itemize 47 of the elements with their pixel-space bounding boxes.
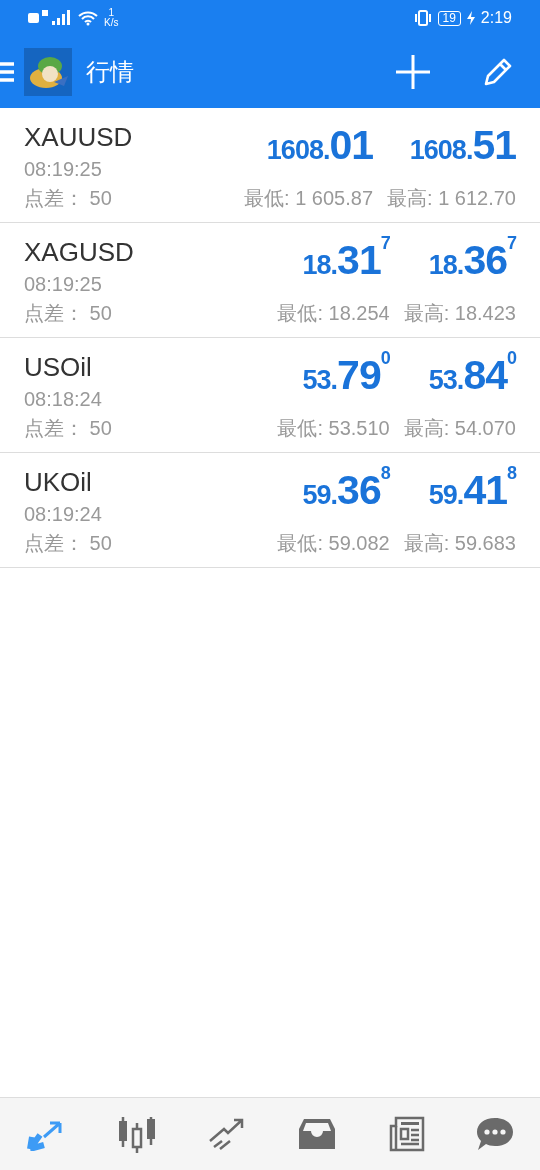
quote-time: 08:19:25 — [24, 157, 103, 181]
low-price: 最低: 59.082 — [277, 531, 390, 556]
bid-price: 53.79$^{0}$ — [302, 352, 390, 399]
low-price: 最低: 18.254 — [277, 301, 390, 326]
status-time: 2:19 — [480, 9, 512, 27]
page-title: 行情 — [86, 57, 135, 87]
quote-row[interactable]: UKOil 08:19:24 点差： 50 59.36$^{8}$ 最低: 59.082 59.41$^{8}$ 最高: 59.683 — [0, 453, 540, 568]
quote-time: 08:19:25 — [24, 272, 103, 296]
symbol-name: XAUUSD — [24, 122, 134, 153]
bid-price: 59.36$^{8}$ — [302, 467, 390, 514]
ask-price: 59.41$^{8}$ — [428, 467, 516, 514]
quote-row[interactable]: USOil 08:18:24 点差： 50 53.79$^{0}$ 最低: 53.510 53.84$^{0}$ 最高: 54.070 — [0, 338, 540, 453]
symbol-name: XAGUSD — [24, 237, 135, 268]
symbol-name: USOil — [24, 352, 93, 383]
low-price: 最低: 1 605.87 — [244, 186, 374, 211]
quote-row[interactable]: XAGUSD 08:19:25 点差： 50 18.31$^{7}$ 最低: 18.254 18.36$^{7}$ 最高: 18.423 — [0, 223, 540, 338]
vibrate-icon — [413, 10, 432, 26]
candlestick-icon — [117, 1115, 157, 1153]
quote-time: 08:19:24 — [24, 502, 103, 526]
spread-label: 点差： 50 — [24, 531, 113, 556]
wifi-icon — [78, 10, 98, 26]
quote-row[interactable]: XAUUSD 08:19:25 点差： 50 1608.01 最低: 1 605.87 1608.51 最高: 1 612.70 — [0, 108, 540, 223]
pencil-icon — [482, 56, 514, 88]
high-price: 最高: 18.423 — [403, 301, 516, 326]
network-speed: 1 K/s — [104, 8, 119, 28]
quote-time: 08:18:24 — [24, 387, 103, 411]
signal-icon — [28, 10, 72, 26]
ask-price: 1608.51 — [409, 122, 516, 169]
low-price: 最低: 53.510 — [277, 416, 390, 441]
symbol-name: UKOil — [24, 467, 93, 498]
ask-price: 53.84$^{0}$ — [428, 352, 516, 399]
high-price: 最高: 54.070 — [403, 416, 516, 441]
charging-icon — [466, 11, 475, 25]
ask-price: 18.36$^{7}$ — [428, 237, 516, 284]
chat-icon — [476, 1116, 515, 1152]
spread-label: 点差： 50 — [24, 416, 113, 441]
high-price: 最高: 59.683 — [403, 531, 516, 556]
inbox-icon — [297, 1117, 336, 1151]
spread-label: 点差： 50 — [24, 186, 113, 211]
bid-price: 18.31$^{7}$ — [302, 237, 390, 284]
battery-level: 19 — [437, 10, 461, 26]
app-logo — [24, 48, 72, 96]
high-price: 最高: 1 612.70 — [387, 186, 516, 211]
bid-price: 1608.01 — [266, 122, 374, 169]
plus-icon — [396, 55, 430, 89]
menu-icon — [0, 61, 14, 83]
spread-label: 点差： 50 — [24, 301, 113, 326]
